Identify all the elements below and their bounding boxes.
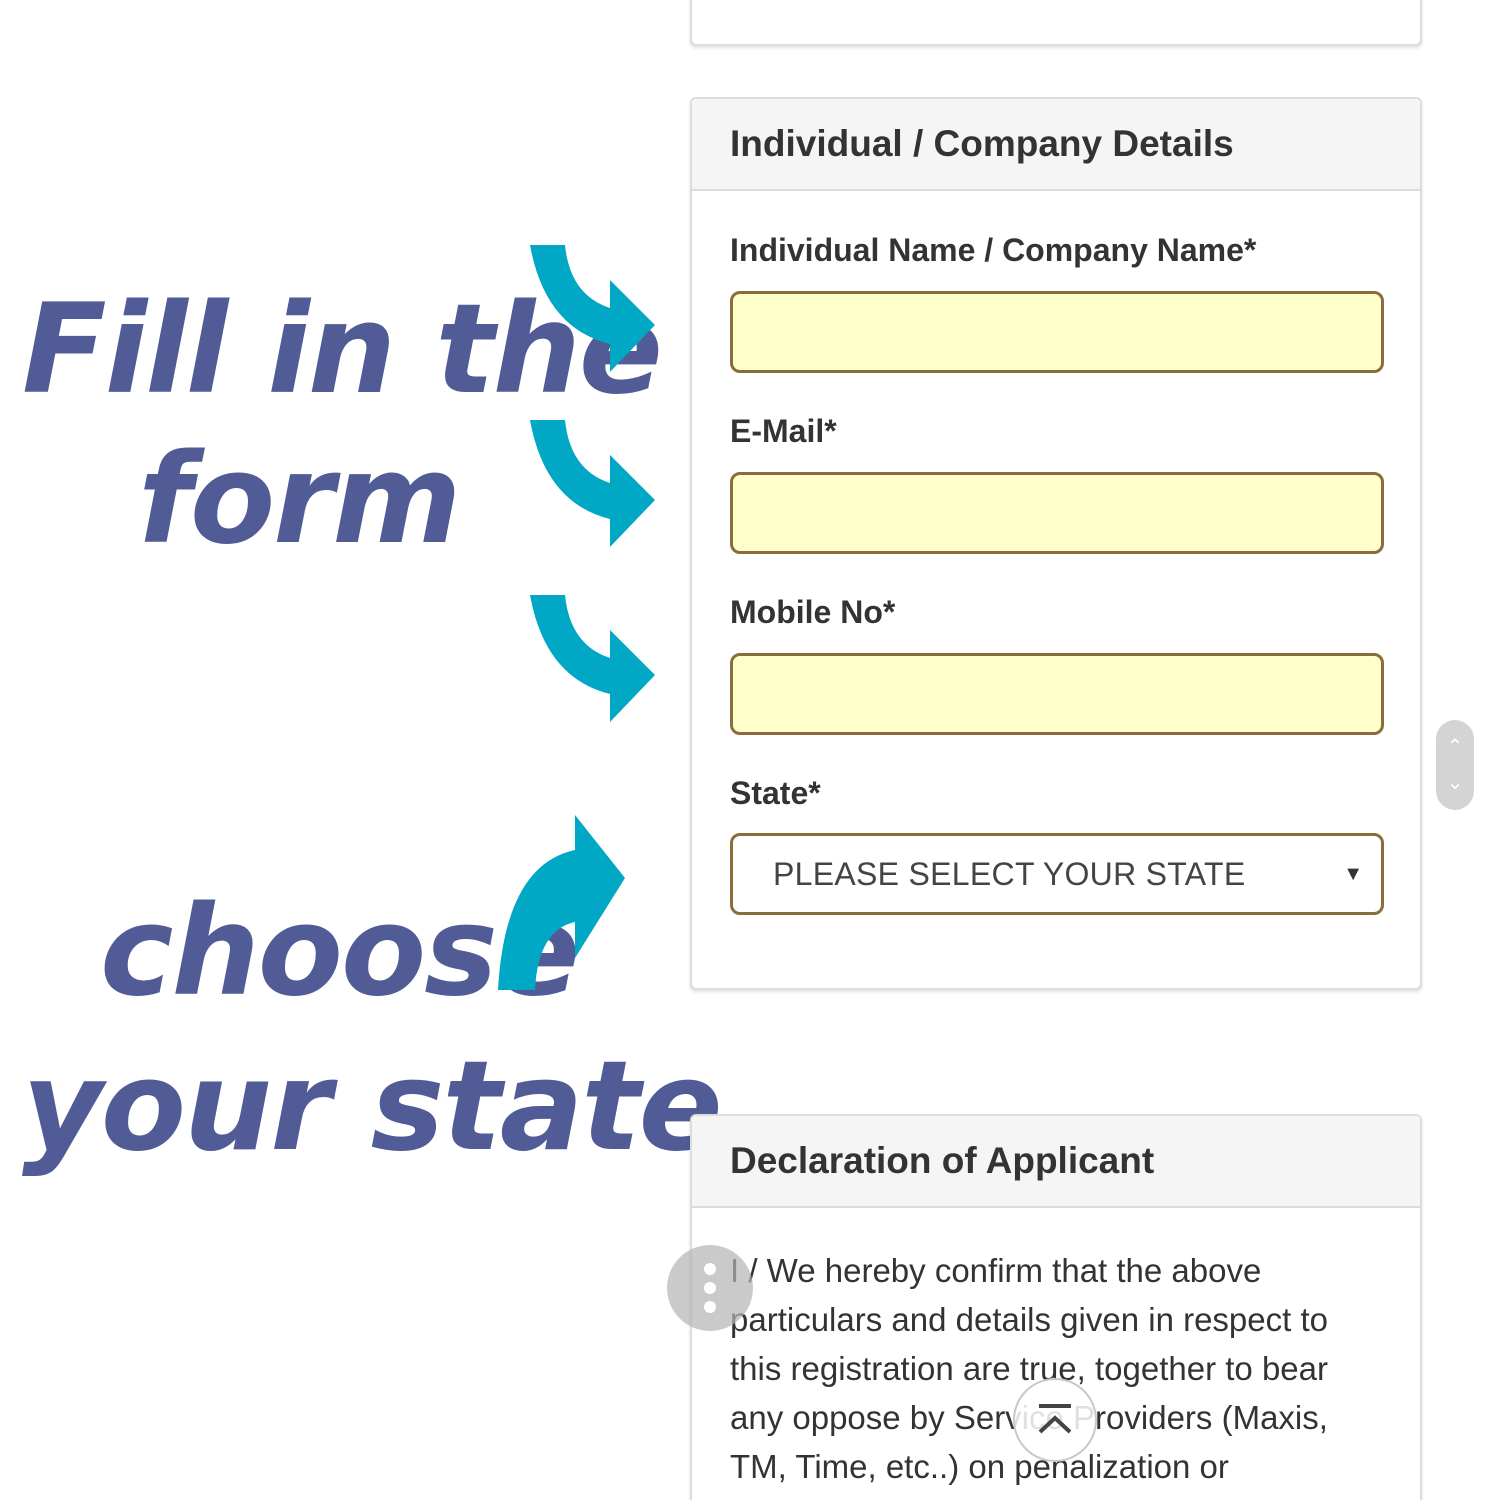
arrow-to-mobile-icon <box>530 595 655 722</box>
back-to-top-button[interactable] <box>1013 1378 1097 1462</box>
mobile-input[interactable] <box>730 653 1384 735</box>
arrow-to-email-icon <box>530 420 655 547</box>
chevron-down-icon[interactable]: ⌄ <box>1436 770 1474 795</box>
arrow-to-state-icon <box>498 815 625 990</box>
caret-down-icon: ▼ <box>1343 862 1363 885</box>
details-panel: Individual / Company Details Individual … <box>690 97 1422 990</box>
mobile-label: Mobile No* <box>730 594 896 630</box>
arrow-to-name-icon <box>530 245 655 372</box>
declaration-panel-title: Declaration of Applicant <box>730 1140 1155 1181</box>
details-panel-header: Individual / Company Details <box>692 99 1420 191</box>
chevron-up-icon[interactable]: ⌃ <box>1436 734 1474 759</box>
email-input[interactable] <box>730 472 1384 554</box>
details-panel-title: Individual / Company Details <box>730 123 1234 164</box>
declaration-panel-header: Declaration of Applicant <box>692 1116 1420 1208</box>
email-label: E-Mail* <box>730 413 837 449</box>
back-to-top-icon <box>1038 1404 1072 1434</box>
page: Fill in the form choose your state Indiv… <box>0 0 1500 1500</box>
state-select-value: PLEASE SELECT YOUR STATE <box>773 855 1246 892</box>
name-label: Individual Name / Company Name* <box>730 232 1257 268</box>
previous-panel <box>690 0 1422 46</box>
scroll-widget[interactable]: ⌃ ⌄ <box>1436 720 1474 810</box>
more-vertical-icon[interactable] <box>667 1245 753 1331</box>
name-input[interactable] <box>730 291 1384 373</box>
state-label: State* <box>730 775 821 811</box>
state-select[interactable]: PLEASE SELECT YOUR STATE ▼ <box>730 833 1384 915</box>
annotation-your-state: your state <box>22 1035 723 1179</box>
annotation-form: form <box>138 428 461 572</box>
